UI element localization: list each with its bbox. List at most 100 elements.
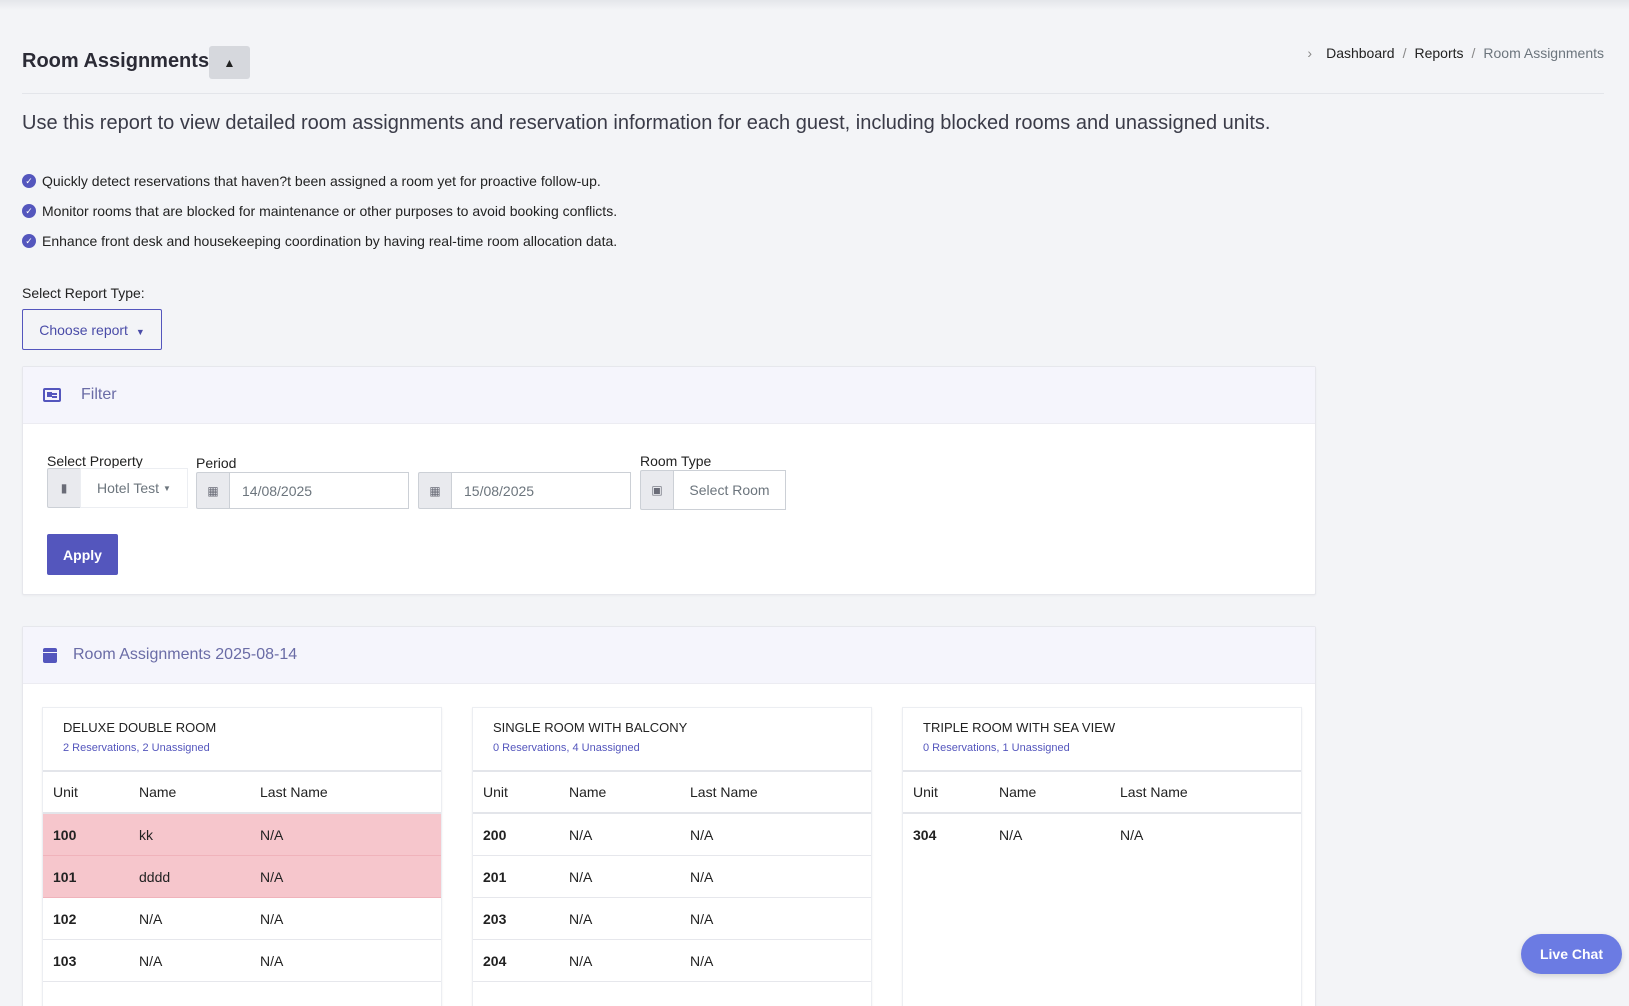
room-type-name: TRIPLE ROOM WITH SEA VIEW <box>923 720 1116 735</box>
cell-unit: 304 <box>913 827 937 843</box>
col-unit: Unit <box>53 784 78 800</box>
filter-card-header: Filter <box>23 367 1315 424</box>
filter-card: Filter Select Property ▮ Hotel Test ▼ Pe… <box>22 366 1316 595</box>
property-value: Hotel Test <box>97 480 159 496</box>
room-panel-header: DELUXE DOUBLE ROOM 2 Reservations, 2 Una… <box>43 708 441 772</box>
report-description: Use this report to view detailed room as… <box>22 112 1271 134</box>
cell-unit: 201 <box>483 868 507 885</box>
cell-name: N/A <box>999 827 1023 843</box>
assignments-card-header: Room Assignments 2025-08-14 <box>23 627 1315 684</box>
period-start-input[interactable]: 14/08/2025 <box>229 472 409 509</box>
room-panel-header: TRIPLE ROOM WITH SEA VIEW 0 Reservations… <box>903 708 1301 772</box>
room-panel-header: SINGLE ROOM WITH BALCONY 0 Reservations,… <box>473 708 871 772</box>
caret-down-icon: ▼ <box>135 326 145 337</box>
cell-unit: 102 <box>53 910 77 927</box>
col-unit: Unit <box>483 784 508 800</box>
room-type-name: DELUXE DOUBLE ROOM <box>63 720 217 735</box>
room-type-summary: 0 Reservations, 4 Unassigned <box>493 742 640 754</box>
room-type-summary: 2 Reservations, 2 Unassigned <box>63 742 210 754</box>
table-row: 204 N/A N/A <box>473 940 871 982</box>
feature-item: ✓ Enhance front desk and housekeeping co… <box>22 226 617 256</box>
feature-text: Enhance front desk and housekeeping coor… <box>42 233 618 249</box>
room-type-select[interactable]: Select Room <box>673 470 786 510</box>
cell-name: N/A <box>139 910 163 927</box>
feature-text: Quickly detect reservations that haven?t… <box>42 173 601 189</box>
col-last-name: Last Name <box>260 784 328 800</box>
check-circle-icon: ✓ <box>22 234 36 248</box>
cell-unit: 101 <box>53 868 77 885</box>
cell-name: N/A <box>569 952 593 969</box>
feature-text: Monitor rooms that are blocked for maint… <box>42 203 618 219</box>
building-icon: ▮ <box>47 468 80 508</box>
breadcrumb-reports[interactable]: Reports <box>1414 45 1463 61</box>
apply-button[interactable]: Apply <box>47 534 118 575</box>
calendar-icon: ▦ <box>196 472 229 509</box>
cell-last-name: N/A <box>260 952 284 969</box>
breadcrumb-current: Room Assignments <box>1483 45 1604 61</box>
room-type-panel: SINGLE ROOM WITH BALCONY 0 Reservations,… <box>472 707 872 1006</box>
cell-last-name: N/A <box>260 868 284 885</box>
filter-title: Filter <box>81 386 117 403</box>
live-chat-button[interactable]: Live Chat <box>1521 934 1622 974</box>
breadcrumb-separator: / <box>1402 45 1407 61</box>
choose-report-dropdown[interactable]: Choose report ▼ <box>22 309 162 350</box>
cell-last-name: N/A <box>690 910 714 927</box>
col-name: Name <box>999 784 1037 800</box>
cell-name: kk <box>139 826 153 843</box>
room-type-name: SINGLE ROOM WITH BALCONY <box>493 720 688 735</box>
table-row: 102 N/A N/A <box>43 898 441 940</box>
period-end-input[interactable]: 15/08/2025 <box>451 472 631 509</box>
breadcrumb-dashboard[interactable]: Dashboard <box>1326 45 1395 61</box>
room-type-label: Room Type <box>640 453 712 469</box>
col-unit: Unit <box>913 784 938 800</box>
table-row: 203 N/A N/A <box>473 898 871 940</box>
top-bar-shadow <box>0 0 1629 10</box>
cell-name: dddd <box>139 868 171 885</box>
cell-unit: 203 <box>483 910 507 927</box>
col-name: Name <box>139 784 177 800</box>
feature-list: ✓ Quickly detect reservations that haven… <box>22 166 617 256</box>
cell-last-name: N/A <box>690 952 714 969</box>
cell-name: N/A <box>569 868 593 885</box>
table-header: Unit Name Last Name <box>43 772 441 814</box>
cell-name: N/A <box>569 910 593 927</box>
feature-item: ✓ Monitor rooms that are blocked for mai… <box>22 196 617 226</box>
property-dropdown[interactable]: Hotel Test ▼ <box>80 468 188 508</box>
table-row: 100 kk N/A <box>43 814 441 856</box>
property-label: Select Property <box>47 453 143 469</box>
title-divider <box>22 93 1604 94</box>
report-type-label: Select Report Type: <box>22 285 145 301</box>
room-type-group: ▣ Select Room <box>640 470 786 510</box>
col-last-name: Last Name <box>690 784 758 800</box>
assignments-title: Room Assignments 2025-08-14 <box>73 646 298 663</box>
period-start-group: ▦ 14/08/2025 <box>196 472 409 509</box>
cell-last-name: N/A <box>690 868 714 885</box>
collapse-toggle-button[interactable]: ▲ <box>209 46 250 79</box>
table-row: 304 N/A N/A <box>903 814 1301 856</box>
table-row: 103 N/A N/A <box>43 940 441 982</box>
col-name: Name <box>569 784 607 800</box>
cell-unit: 204 <box>483 952 507 969</box>
check-circle-icon: ✓ <box>22 174 36 188</box>
calendar-check-icon: ▣ <box>640 470 673 510</box>
table-header: Unit Name Last Name <box>903 772 1301 814</box>
room-type-panel: TRIPLE ROOM WITH SEA VIEW 0 Reservations… <box>902 707 1302 1006</box>
room-assignments-card: Room Assignments 2025-08-14 DELUXE DOUBL… <box>22 626 1316 1006</box>
choose-report-label: Choose report <box>39 321 128 338</box>
period-label: Period <box>196 455 237 471</box>
table-row: 101 dddd N/A <box>43 856 441 898</box>
id-card-icon <box>43 388 61 402</box>
cell-unit: 103 <box>53 952 77 969</box>
table-header: Unit Name Last Name <box>473 772 871 814</box>
feature-item: ✓ Quickly detect reservations that haven… <box>22 166 617 196</box>
room-type-panel: DELUXE DOUBLE ROOM 2 Reservations, 2 Una… <box>42 707 442 1006</box>
page-title: Room Assignments <box>22 50 210 72</box>
cell-unit: 100 <box>53 826 77 843</box>
cell-unit: 200 <box>483 826 507 843</box>
cell-last-name: N/A <box>260 826 284 843</box>
calendar-icon <box>43 647 57 663</box>
breadcrumb: › Dashboard / Reports / Room Assignments <box>1307 45 1604 61</box>
col-last-name: Last Name <box>1120 784 1188 800</box>
table-row: 200 N/A N/A <box>473 814 871 856</box>
cell-last-name: N/A <box>690 826 714 843</box>
